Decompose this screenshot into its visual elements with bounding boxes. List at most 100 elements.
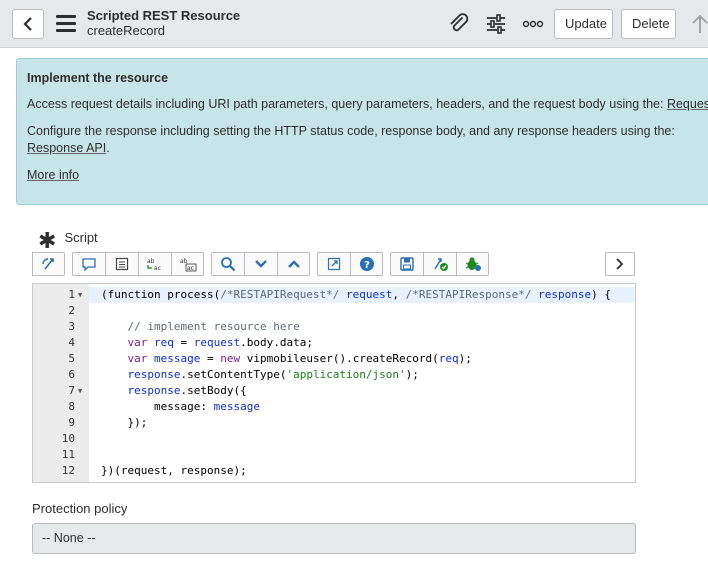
- info-title: Implement the resource: [27, 71, 169, 85]
- code-line[interactable]: 6 ​ response.setContentType('application/…: [33, 367, 635, 383]
- code-token: })(request, response);: [101, 464, 247, 477]
- fold-toggle-icon[interactable]: ▼: [78, 287, 82, 303]
- more-info-line: More info: [27, 167, 705, 184]
- code-text: ​ var req = request.body.data;: [89, 335, 635, 351]
- code-line[interactable]: 10 ​: [33, 431, 635, 447]
- code-token: .setContentType(: [180, 368, 287, 381]
- toggle-comment-button[interactable]: [105, 252, 138, 276]
- comment-button[interactable]: [72, 252, 105, 276]
- code-line[interactable]: 5 ​ var message = new vipmobileuser().cre…: [33, 351, 635, 367]
- debug-button[interactable]: [456, 252, 489, 276]
- code-text: ​ response.setBody({: [89, 383, 635, 399]
- code-token: // implement resource here: [127, 320, 300, 333]
- chevron-right-icon: [616, 258, 624, 270]
- code-token: =: [200, 352, 221, 365]
- line-number: 3: [68, 320, 75, 333]
- replace-all-icon: abac: [180, 258, 196, 272]
- code-token: (function process(: [101, 288, 221, 301]
- attachment-button[interactable]: [447, 12, 471, 36]
- code-token: var: [127, 336, 148, 349]
- toolbar-expand-button[interactable]: [605, 252, 635, 276]
- code-text: ​ });: [89, 415, 635, 431]
- svg-text:?: ?: [364, 260, 370, 271]
- code-line[interactable]: 11 ​: [33, 447, 635, 463]
- record-name: createRecord: [87, 23, 166, 38]
- back-button[interactable]: [12, 9, 44, 39]
- code-line[interactable]: 8 ​ message: message: [33, 399, 635, 415]
- form-header: Scripted REST Resource createRecord Upda…: [0, 0, 708, 48]
- fullscreen-button[interactable]: [317, 252, 350, 276]
- code-text: ​ message: message: [89, 399, 635, 415]
- page-title: Scripted REST Resource: [87, 8, 241, 23]
- more-options-button[interactable]: [521, 12, 545, 36]
- protection-policy-select[interactable]: -- None --: [32, 523, 636, 554]
- code-line[interactable]: 7▼ ​ response.setBody({: [33, 383, 635, 399]
- code-token: var: [127, 352, 148, 365]
- line-number: 6: [68, 368, 75, 381]
- code-line[interactable]: 9 ​ });: [33, 415, 635, 431]
- replace-button[interactable]: ab ac: [138, 252, 171, 276]
- toolbar-group-format: [32, 252, 65, 276]
- code-line[interactable]: 12 ​})(request, response);: [33, 463, 635, 479]
- document-icon: [115, 257, 129, 271]
- code-token: ,: [392, 288, 406, 301]
- format-code-button[interactable]: [32, 252, 65, 276]
- code-token: req: [438, 352, 459, 365]
- code-token: .setBody({: [180, 384, 247, 397]
- code-token: response: [538, 288, 592, 301]
- toolbar-group-edit: ab ac ab ac: [72, 252, 204, 276]
- line-number: 5: [68, 352, 75, 365]
- delete-button[interactable]: Delete: [621, 9, 676, 39]
- code-token: new: [220, 352, 241, 365]
- code-line[interactable]: 2​: [33, 303, 635, 319]
- code-line[interactable]: 1▼ ​(function process(/*RESTAPIRequest*/ …: [33, 287, 635, 303]
- paperclip-icon: [450, 13, 469, 32]
- replace-all-button[interactable]: ab ac: [171, 252, 204, 276]
- svg-text:ab: ab: [147, 258, 155, 265]
- code-token: 'application/json': [286, 368, 406, 381]
- hamburger-menu-icon[interactable]: [56, 15, 76, 33]
- code-text: ​: [89, 303, 635, 319]
- code-token: response: [127, 368, 181, 381]
- code-token: message: [213, 400, 260, 413]
- script-check-button[interactable]: [423, 252, 456, 276]
- personalize-form-button[interactable]: [484, 12, 508, 36]
- fold-toggle-icon[interactable]: ▼: [78, 383, 82, 399]
- toolbar-group-search: [211, 252, 310, 276]
- info-request-text: Access request details including URI pat…: [27, 97, 667, 111]
- save-button[interactable]: [390, 252, 423, 276]
- find-previous-button[interactable]: [277, 252, 310, 276]
- line-number: 10: [61, 432, 75, 445]
- line-number: 1: [68, 288, 75, 301]
- help-button[interactable]: ?: [350, 252, 383, 276]
- response-api-link[interactable]: Response API: [27, 141, 106, 155]
- script-editor[interactable]: 1▼​(function process(/*RESTAPIRequest*/ …: [32, 283, 636, 483]
- code-text: ​ // implement resource here: [89, 319, 635, 335]
- find-next-button[interactable]: [244, 252, 277, 276]
- search-button[interactable]: [211, 252, 244, 276]
- back-arrow-icon: [23, 17, 32, 31]
- code-text: ​: [89, 447, 635, 463]
- code-line[interactable]: 3 ​ // implement resource here: [33, 319, 635, 335]
- code-token: );: [458, 352, 472, 365]
- save-icon: [400, 257, 414, 271]
- code-token: message: [154, 352, 201, 365]
- update-button[interactable]: Update: [554, 9, 613, 39]
- more-info-link[interactable]: More info: [27, 168, 79, 182]
- code-token: request: [346, 288, 393, 301]
- format-code-icon: [41, 258, 54, 270]
- code-line[interactable]: 4 ​ var req = request.body.data;: [33, 335, 635, 351]
- code-token: /*RESTAPIResponse*/: [405, 288, 532, 301]
- fullscreen-icon: [327, 257, 341, 271]
- request-api-link[interactable]: Request API: [667, 97, 708, 111]
- info-request-line: Access request details including URI pat…: [27, 96, 708, 113]
- scroll-up-button[interactable]: [688, 12, 708, 36]
- script-field-label: ✱ Script: [38, 229, 98, 251]
- more-options-icon: [522, 20, 544, 28]
- code-token: ) {: [591, 288, 611, 301]
- help-icon: ?: [359, 257, 374, 271]
